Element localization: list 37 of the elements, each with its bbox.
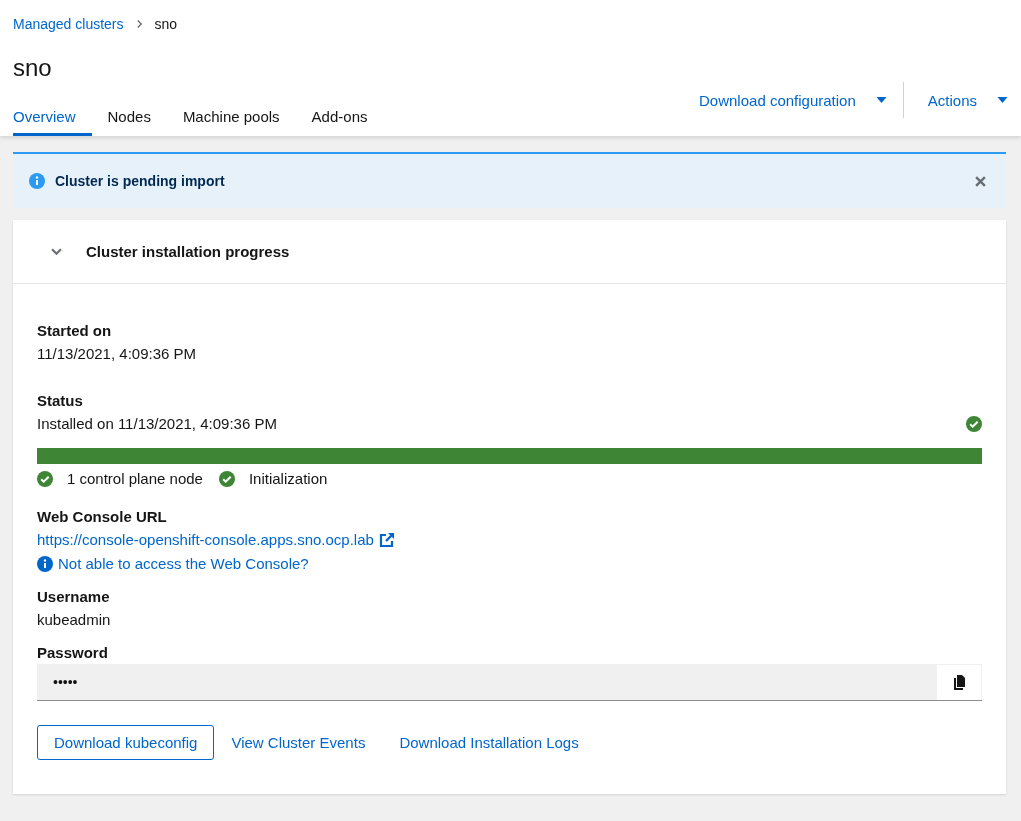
expand-toggle[interactable]: Cluster installation progress <box>13 220 1006 284</box>
field-label: Started on <box>37 321 113 341</box>
dropdown-toggle[interactable]: Actions <box>911 85 1008 115</box>
field-label: Web Console URL <box>37 507 168 527</box>
download-button[interactable]: Download kubeconfig <box>37 725 215 760</box>
link-button[interactable]: View Cluster Events <box>230 725 383 760</box>
chevron-right-icon <box>135 19 143 29</box>
caret-down-icon <box>875 97 887 103</box>
field-label: Password <box>37 643 109 663</box>
step-label: Initialization <box>248 469 328 489</box>
console-link[interactable]: https://console-openshift-console.apps.sno.ocp.lab <box>37 528 374 552</box>
help-link[interactable]: Not able to access the Web Console? <box>58 552 309 576</box>
alert-message: Cluster is pending import <box>55 173 226 189</box>
field-value: 11/13/2021, 4:09:36 PM <box>37 344 197 364</box>
field-label: Status <box>37 391 84 411</box>
field-value: kubeadmin <box>37 610 112 630</box>
breadcrumb-link[interactable]: Managed clusters <box>13 16 124 32</box>
copy-button[interactable] <box>936 664 982 700</box>
close-icon <box>975 175 986 187</box>
tab[interactable]: Nodes <box>91 94 167 136</box>
dropdown-toggle[interactable]: Download configuration <box>683 85 887 115</box>
external-link-icon <box>378 532 395 548</box>
info-icon <box>37 556 53 572</box>
page-title: sno <box>13 54 53 82</box>
tab[interactable]: Overview <box>13 94 92 136</box>
tab[interactable]: Add-ons <box>295 94 384 136</box>
password-field[interactable]: ••••• <box>37 664 936 700</box>
field-label: Username <box>37 587 111 607</box>
info-icon <box>29 173 45 189</box>
link-button[interactable]: Download Installation Logs <box>398 725 596 760</box>
caret-down-icon <box>997 97 1008 103</box>
chevron-icon <box>51 246 62 257</box>
breadcrumb-current: sno <box>154 16 178 32</box>
tab[interactable]: Machine pools <box>166 94 296 136</box>
field-value: Installed on 11/13/2021, 4:09:36 PM <box>37 414 277 434</box>
copy-icon <box>952 674 966 691</box>
step-label: 1 control plane node <box>67 469 203 489</box>
